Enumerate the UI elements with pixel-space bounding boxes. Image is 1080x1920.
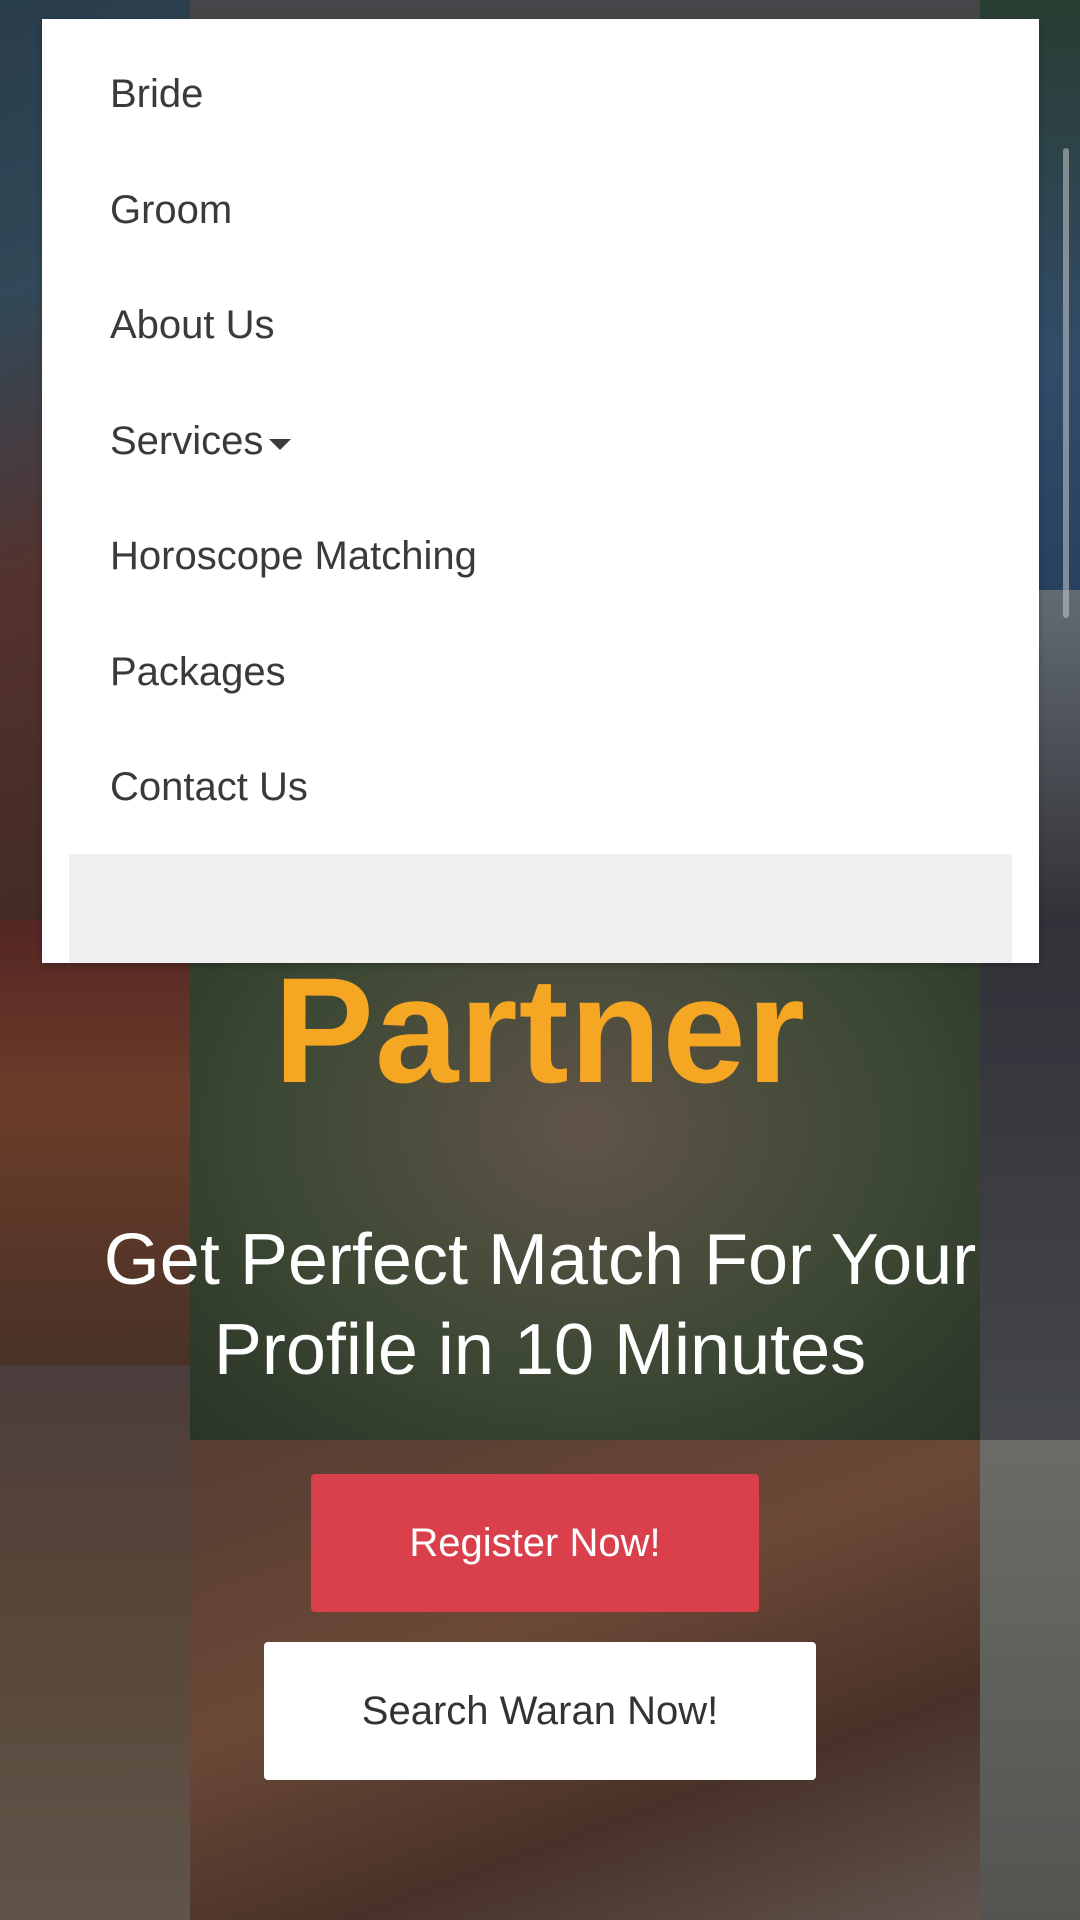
menu-item-about-us[interactable]: About Us <box>110 285 275 365</box>
menu-item-bride[interactable]: Bride <box>110 54 203 134</box>
menu-item-label: Contact Us <box>110 764 308 809</box>
page: Partner Get Perfect Match For Your Profi… <box>0 0 1080 1920</box>
menu-item-label: Groom <box>110 187 233 232</box>
menu-item-label: Bride <box>110 71 204 116</box>
menu-item-label: About Us <box>110 302 275 347</box>
menu-footer-area <box>69 854 1012 963</box>
menu-item-contact-us[interactable]: Contact Us <box>110 747 308 827</box>
caret-down-icon <box>269 438 292 450</box>
register-now-button[interactable]: Register Now! <box>311 1474 759 1612</box>
page-scrollbar[interactable] <box>1063 148 1069 618</box>
menu-item-horoscope-matching[interactable]: Horoscope Matching <box>110 516 477 596</box>
menu-item-label: Packages <box>110 649 286 694</box>
menu-item-label: Services <box>110 418 264 463</box>
search-now-button[interactable]: Search Waran Now! <box>264 1642 816 1780</box>
hero-title: Partner <box>273 946 807 1114</box>
menu-item-packages[interactable]: Packages <box>110 632 286 712</box>
menu-item-services[interactable]: Services <box>110 401 292 481</box>
menu-item-groom[interactable]: Groom <box>110 170 232 250</box>
menu-item-label: Horoscope Matching <box>110 533 477 578</box>
hero-subtitle: Get Perfect Match For Your Profile in 10… <box>103 1220 977 1390</box>
navigation-dropdown-menu: Bride Groom About Us Services Horoscope … <box>42 19 1039 963</box>
